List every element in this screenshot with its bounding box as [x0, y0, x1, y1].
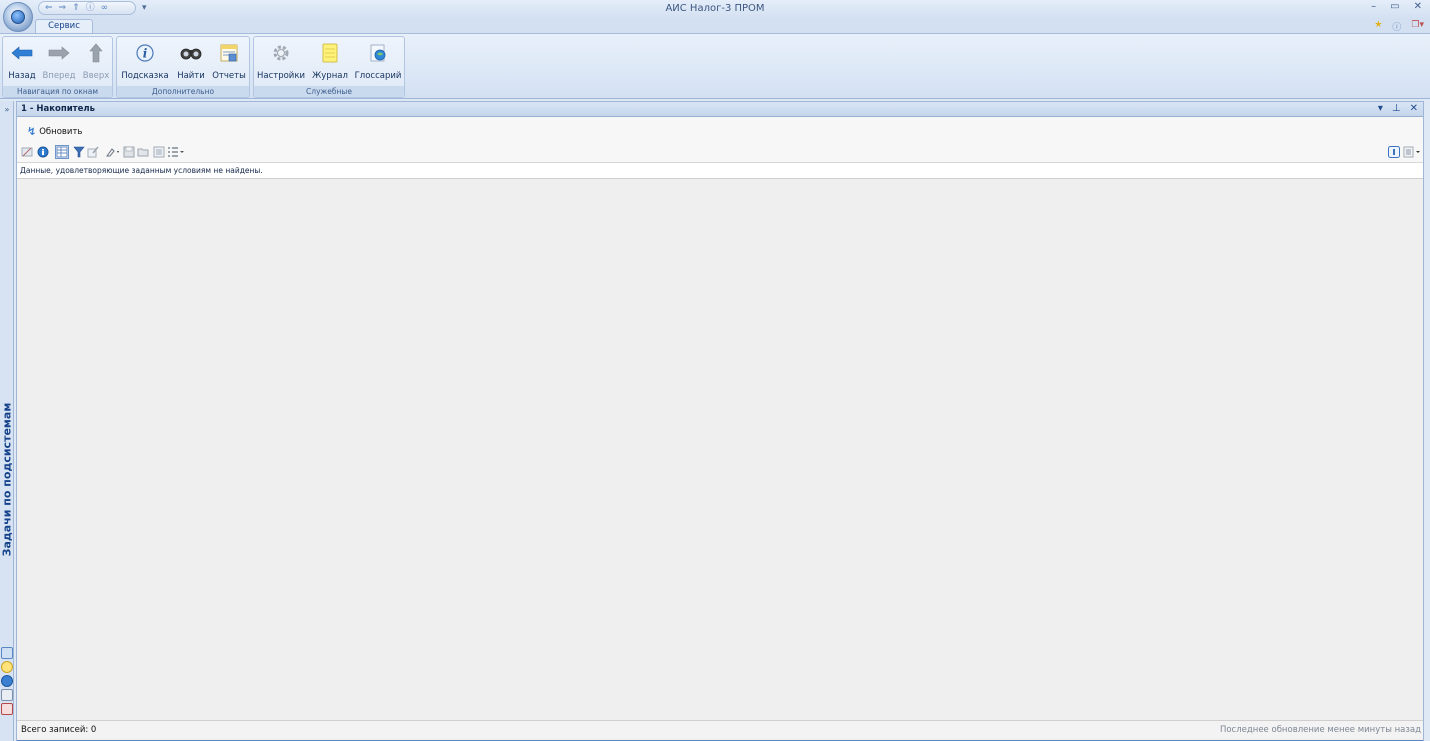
settings-button-label: Настройки [256, 71, 305, 81]
glossary-button[interactable]: Глоссарий [354, 37, 402, 85]
glossary-icon [370, 44, 386, 62]
refresh-button[interactable]: ↯ Обновить [27, 125, 82, 138]
command-bar: ↯ Обновить [17, 117, 1423, 144]
document-icon[interactable] [1, 689, 13, 701]
group-label-additional: Дополнительно [117, 86, 249, 97]
journal-icon [322, 43, 338, 63]
arrow-left-icon [11, 46, 33, 60]
detail-panel-icon[interactable] [1388, 146, 1400, 158]
maximize-button[interactable]: ▭ [1390, 1, 1399, 12]
forward-button[interactable]: Вперед [41, 37, 77, 85]
clear-dropdown-icon[interactable] [105, 146, 121, 158]
minimize-button[interactable]: – [1371, 1, 1376, 12]
list-options-icon[interactable] [167, 146, 185, 158]
up-button[interactable]: Вверх [81, 37, 111, 85]
group-additional: i Подсказка Найти Отчеты Дополнительно [116, 36, 250, 98]
forward-button-label: Вперед [42, 71, 76, 81]
tab-service[interactable]: Сервис [35, 19, 93, 34]
ribbon-tab-strip [0, 19, 1430, 33]
gear-icon [273, 45, 289, 61]
data-grid-area[interactable] [17, 179, 1423, 720]
application-menu-button[interactable] [3, 2, 33, 32]
record-count: Всего записей: 0 [21, 725, 97, 735]
info-icon: i [136, 44, 154, 62]
reports-button-label: Отчеты [212, 71, 246, 81]
arrow-right-icon [48, 46, 70, 60]
document-header: 1 - Накопитель ▾ ⊥ ✕ [17, 102, 1423, 117]
open-folder-icon[interactable] [137, 146, 149, 158]
binoculars-icon [180, 48, 202, 60]
accumulator-window: 1 - Накопитель ▾ ⊥ ✕ ↯ Обновить Данные, … [16, 101, 1424, 741]
journal-button[interactable]: Журнал [308, 37, 352, 85]
back-button-label: Назад [8, 71, 36, 81]
close-button[interactable]: ✕ [1414, 1, 1422, 12]
subsystem-tasks-label[interactable]: Задачи по подсистемам [1, 388, 14, 572]
empty-result-row: Данные, удовлетворяющие заданным условия… [17, 162, 1423, 179]
favorites-icon[interactable] [1, 661, 13, 673]
group-service: Настройки Журнал Глоссарий Служебные [253, 36, 405, 98]
filter-icon[interactable] [73, 146, 85, 158]
document-title: 1 - Накопитель [21, 104, 95, 114]
group-label-navigation: Навигация по окнам [3, 86, 112, 97]
window-menu-icon[interactable]: ▾ [1378, 103, 1383, 114]
grid-export-icon[interactable] [21, 146, 33, 158]
subsystem-tasks-pane[interactable]: » Задачи по подсистемам [0, 101, 14, 741]
arrow-up-icon [89, 43, 103, 63]
task-check-icon[interactable] [1, 703, 13, 715]
view-options-icon[interactable] [1403, 146, 1421, 158]
group-label-service: Служебные [254, 86, 404, 97]
back-button[interactable]: Назад [5, 37, 39, 85]
group-window-navigation: Назад Вперед Вверх Навигация по окнам [2, 36, 113, 98]
refresh-icon: ↯ [27, 125, 37, 138]
settings-button[interactable]: Настройки [256, 37, 306, 85]
grid-toolbar [17, 144, 1423, 162]
reports-button[interactable]: Отчеты [211, 37, 247, 85]
status-bar: Всего записей: 0 Последнее обновление ме… [17, 720, 1423, 738]
hint-button[interactable]: i Подсказка [119, 37, 171, 85]
up-button-label: Вверх [82, 71, 110, 81]
table-view-icon[interactable] [55, 145, 69, 159]
title-bar: ⇐ ⇒ ⇑ ⓘ ∞ ▾ АИС Налог-3 ПРОМ – ▭ ✕ [0, 0, 1430, 19]
find-button[interactable]: Найти [173, 37, 209, 85]
report-icon [220, 44, 238, 62]
window-list-icon[interactable]: ❐▾ [1411, 20, 1424, 33]
find-button-label: Найти [177, 71, 205, 81]
refresh-label: Обновить [39, 126, 83, 137]
last-update-status: Последнее обновление менее минуты назад [1219, 725, 1421, 735]
journal-button-label: Журнал [312, 71, 348, 81]
window-icon[interactable] [1, 647, 13, 659]
glossary-button-label: Глоссарий [354, 71, 402, 81]
help-icon[interactable]: ⓘ [1392, 20, 1401, 33]
window-title: АИС Налог-3 ПРОМ [665, 3, 765, 14]
app-logo-icon [11, 10, 25, 24]
help-circle-icon[interactable] [1, 675, 13, 687]
filter-edit-icon[interactable] [87, 146, 99, 158]
expand-pane-button[interactable]: » [1, 103, 13, 117]
save-icon[interactable] [123, 146, 135, 158]
pin-icon[interactable]: ⊥ [1392, 103, 1401, 114]
columns-icon[interactable] [153, 146, 165, 158]
empty-result-message: Данные, удовлетворяющие заданным условия… [20, 166, 263, 175]
record-info-icon[interactable] [37, 146, 49, 158]
hint-button-label: Подсказка [121, 71, 169, 81]
ribbon: Назад Вперед Вверх Навигация по окнам i … [0, 33, 1430, 99]
close-document-icon[interactable]: ✕ [1410, 103, 1418, 114]
svg-text:i: i [143, 47, 148, 61]
favorites-star-icon[interactable]: ★ [1374, 20, 1382, 33]
